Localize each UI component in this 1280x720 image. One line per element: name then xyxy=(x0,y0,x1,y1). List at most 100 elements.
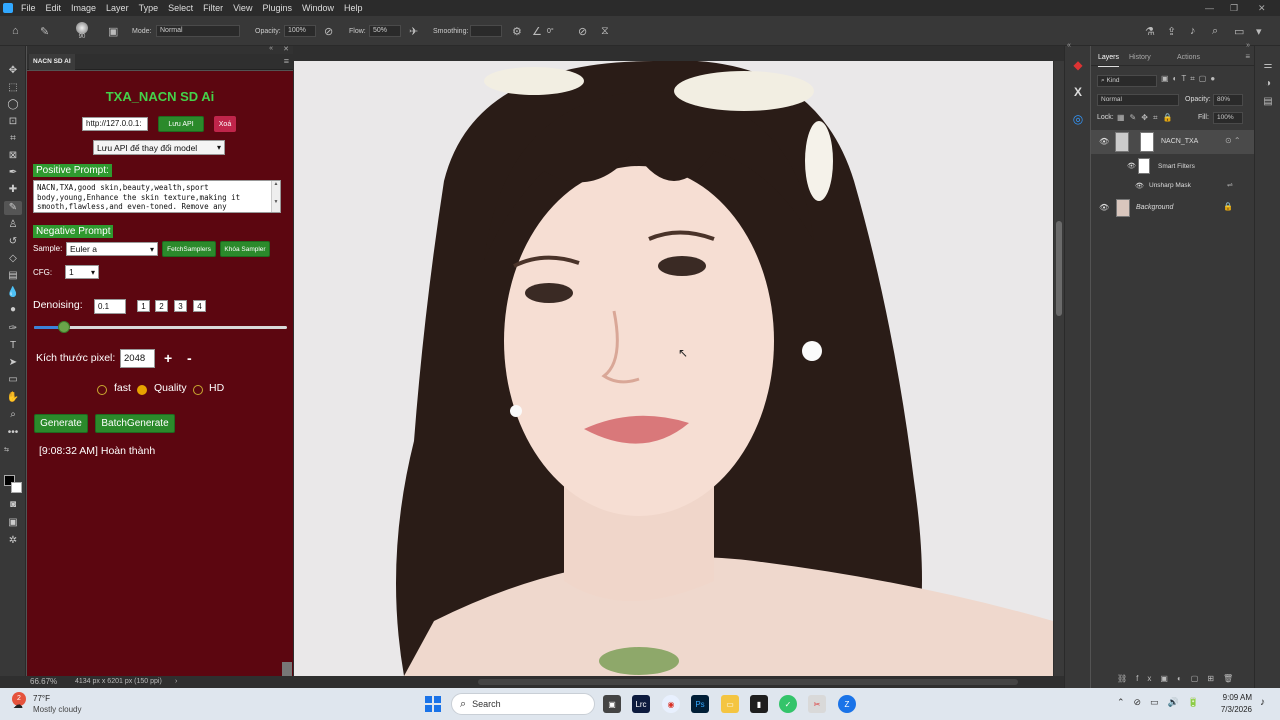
tab-actions[interactable]: Actions xyxy=(1177,50,1200,66)
increase-button[interactable]: + xyxy=(164,350,172,366)
background-label[interactable]: Background xyxy=(1136,204,1173,211)
layer-actions-bar[interactable]: ⛓fx▣◐▢⊞🗑 xyxy=(1117,674,1242,683)
panel-menu-icon[interactable]: ≡ xyxy=(1245,52,1250,61)
slider-thumb[interactable] xyxy=(58,321,71,333)
gear-icon[interactable]: ⚙ xyxy=(512,16,522,46)
blur-tool-icon[interactable]: 💧 xyxy=(4,286,22,300)
tab-layers[interactable]: Layers xyxy=(1098,50,1120,67)
angle-input[interactable]: 0° xyxy=(547,16,554,46)
radio-hd[interactable] xyxy=(193,385,203,395)
menu-type[interactable]: Type xyxy=(134,0,164,16)
pen-tool-icon[interactable]: ✑ xyxy=(4,322,22,336)
quick-mask-icon[interactable]: ◙ xyxy=(4,498,22,512)
menu-edit[interactable]: Edit xyxy=(41,0,67,16)
app-green-icon[interactable]: ✓ xyxy=(779,695,797,713)
menu-view[interactable]: View xyxy=(228,0,257,16)
start-icon[interactable] xyxy=(424,695,442,713)
hand-tool-icon[interactable]: ✋ xyxy=(4,391,22,405)
libraries-icon[interactable]: ▤ xyxy=(1261,96,1275,110)
generate-button[interactable]: Generate xyxy=(34,414,88,433)
bell-icon[interactable]: ♪ xyxy=(1190,16,1196,46)
chrome-icon[interactable]: ◉ xyxy=(662,695,680,713)
gradient-icon[interactable]: ▤ xyxy=(4,269,22,283)
snipping-tool-icon[interactable]: ✂ xyxy=(808,695,826,713)
airbrush-icon[interactable]: ✈ xyxy=(409,16,418,46)
menu-filter[interactable]: Filter xyxy=(198,0,228,16)
adjustments-icon[interactable]: ◑ xyxy=(1261,78,1275,92)
save-api-button[interactable]: Lưu API xyxy=(158,116,204,132)
eye-icon[interactable]: 👁 xyxy=(1099,203,1109,212)
healing-brush-icon[interactable]: ✚ xyxy=(4,183,22,197)
layer-opacity-input[interactable]: 80% xyxy=(1213,94,1243,106)
lightroom-icon[interactable]: Lrc xyxy=(632,695,650,713)
notification-bell-icon[interactable]: ♪ xyxy=(1260,697,1265,708)
blend-mode-dropdown[interactable]: Normal xyxy=(1097,94,1179,106)
plugin-scrollbar[interactable] xyxy=(282,662,292,676)
delete-button[interactable]: Xoá xyxy=(214,116,236,132)
layer-row-nacn-txa[interactable]: 👁 NACN_TXA ⊙ ⌃ xyxy=(1091,130,1254,154)
brush-settings-icon[interactable]: ▣ xyxy=(108,16,118,46)
cfg-select[interactable]: 1 ▾ xyxy=(65,265,99,279)
swap-colors-icon[interactable]: ⇆ xyxy=(4,446,22,453)
tray-icons[interactable]: ⌃⊘▭🔊🔋 xyxy=(1117,697,1208,708)
panel-close-icon[interactable]: ✕ xyxy=(283,45,289,53)
flow-input[interactable]: 50% xyxy=(369,25,401,37)
tab-history[interactable]: History xyxy=(1129,50,1151,66)
menu-image[interactable]: Image xyxy=(66,0,101,16)
more-tools-icon[interactable]: ••• xyxy=(4,426,22,440)
rectangle-tool-icon[interactable]: ▭ xyxy=(4,373,22,387)
minimize-icon[interactable]: — xyxy=(1205,0,1214,16)
frame-tool-icon[interactable]: ⊠ xyxy=(4,149,22,163)
search-icon[interactable]: ⌕ xyxy=(1212,16,1218,46)
history-brush-icon[interactable]: ↺ xyxy=(4,235,22,249)
share-icon[interactable]: ⇪ xyxy=(1167,16,1176,46)
expand-icon[interactable]: « xyxy=(1067,42,1071,49)
menu-select[interactable]: Select xyxy=(163,0,198,16)
terminal-icon[interactable]: ▮ xyxy=(750,695,768,713)
layer-row-background[interactable]: 👁 Background 🔒 xyxy=(1091,197,1254,219)
menu-window[interactable]: Window xyxy=(297,0,339,16)
dodge-tool-icon[interactable]: ● xyxy=(4,303,22,317)
zoom-level[interactable]: 66.67% xyxy=(30,676,57,688)
menu-file[interactable]: File xyxy=(16,0,41,16)
eye-icon[interactable]: 👁 xyxy=(1127,162,1136,170)
zoom-tool-icon[interactable]: ⌕ xyxy=(4,408,22,422)
taskbar-search[interactable]: ⌕ Search xyxy=(451,693,595,715)
restore-icon[interactable]: ❐ xyxy=(1230,0,1238,16)
home-icon[interactable] xyxy=(0,0,16,16)
radio-fast[interactable] xyxy=(97,385,107,395)
generative-icon[interactable]: ✲ xyxy=(4,534,22,548)
temperature[interactable]: 77°F xyxy=(33,694,50,703)
lock-icons[interactable]: ▦✎✥⌗🔒 xyxy=(1117,113,1177,123)
x-plugin-icon[interactable]: X xyxy=(1069,83,1087,101)
mode-dropdown[interactable]: Normal xyxy=(156,25,240,37)
collapse-icon[interactable]: » xyxy=(1246,42,1250,49)
properties-icon[interactable]: ⚌ xyxy=(1261,60,1275,74)
weather-icon[interactable]: ☁ xyxy=(13,700,29,712)
type-tool-icon[interactable]: T xyxy=(4,339,22,353)
panel-menu-icon[interactable]: ≡ xyxy=(284,56,289,66)
denoise-preset-2[interactable]: 2 xyxy=(155,300,168,312)
object-select-icon[interactable]: ⊡ xyxy=(4,115,22,129)
filter-options-icon[interactable]: ⇌ xyxy=(1227,181,1233,189)
eyedropper-icon[interactable]: ✒ xyxy=(4,166,22,180)
workspace-icon[interactable]: ▭ xyxy=(1234,16,1244,46)
model-select[interactable]: Lưu API để thay đổi model ▾ xyxy=(93,140,225,155)
denoise-preset-3[interactable]: 3 xyxy=(174,300,187,312)
layer-filter-icons[interactable]: ▣◐T⌗▢● xyxy=(1161,74,1219,84)
menu-plugins[interactable]: Plugins xyxy=(257,0,297,16)
brush-tool-icon[interactable]: ✎ xyxy=(4,201,22,215)
horizontal-scrollbar[interactable] xyxy=(478,679,1018,685)
denoising-input[interactable]: 0.1 xyxy=(94,299,126,314)
crop-tool-icon[interactable]: ⌗ xyxy=(4,132,22,146)
brush-tool-icon[interactable]: ✎ xyxy=(40,16,49,46)
collapse-icon[interactable]: « xyxy=(269,45,273,52)
eraser-icon[interactable]: ◇ xyxy=(4,252,22,266)
prompt-scrollbar[interactable]: ▲ ▼ xyxy=(271,181,280,212)
zalo-icon[interactable]: Z xyxy=(838,695,856,713)
denoising-slider[interactable] xyxy=(34,321,287,333)
symmetry-icon[interactable]: ⧖ xyxy=(601,16,609,46)
document-canvas[interactable]: ↖ xyxy=(294,61,1053,676)
menu-help[interactable]: Help xyxy=(339,0,368,16)
brush-preset-picker[interactable]: 90 xyxy=(76,16,88,46)
